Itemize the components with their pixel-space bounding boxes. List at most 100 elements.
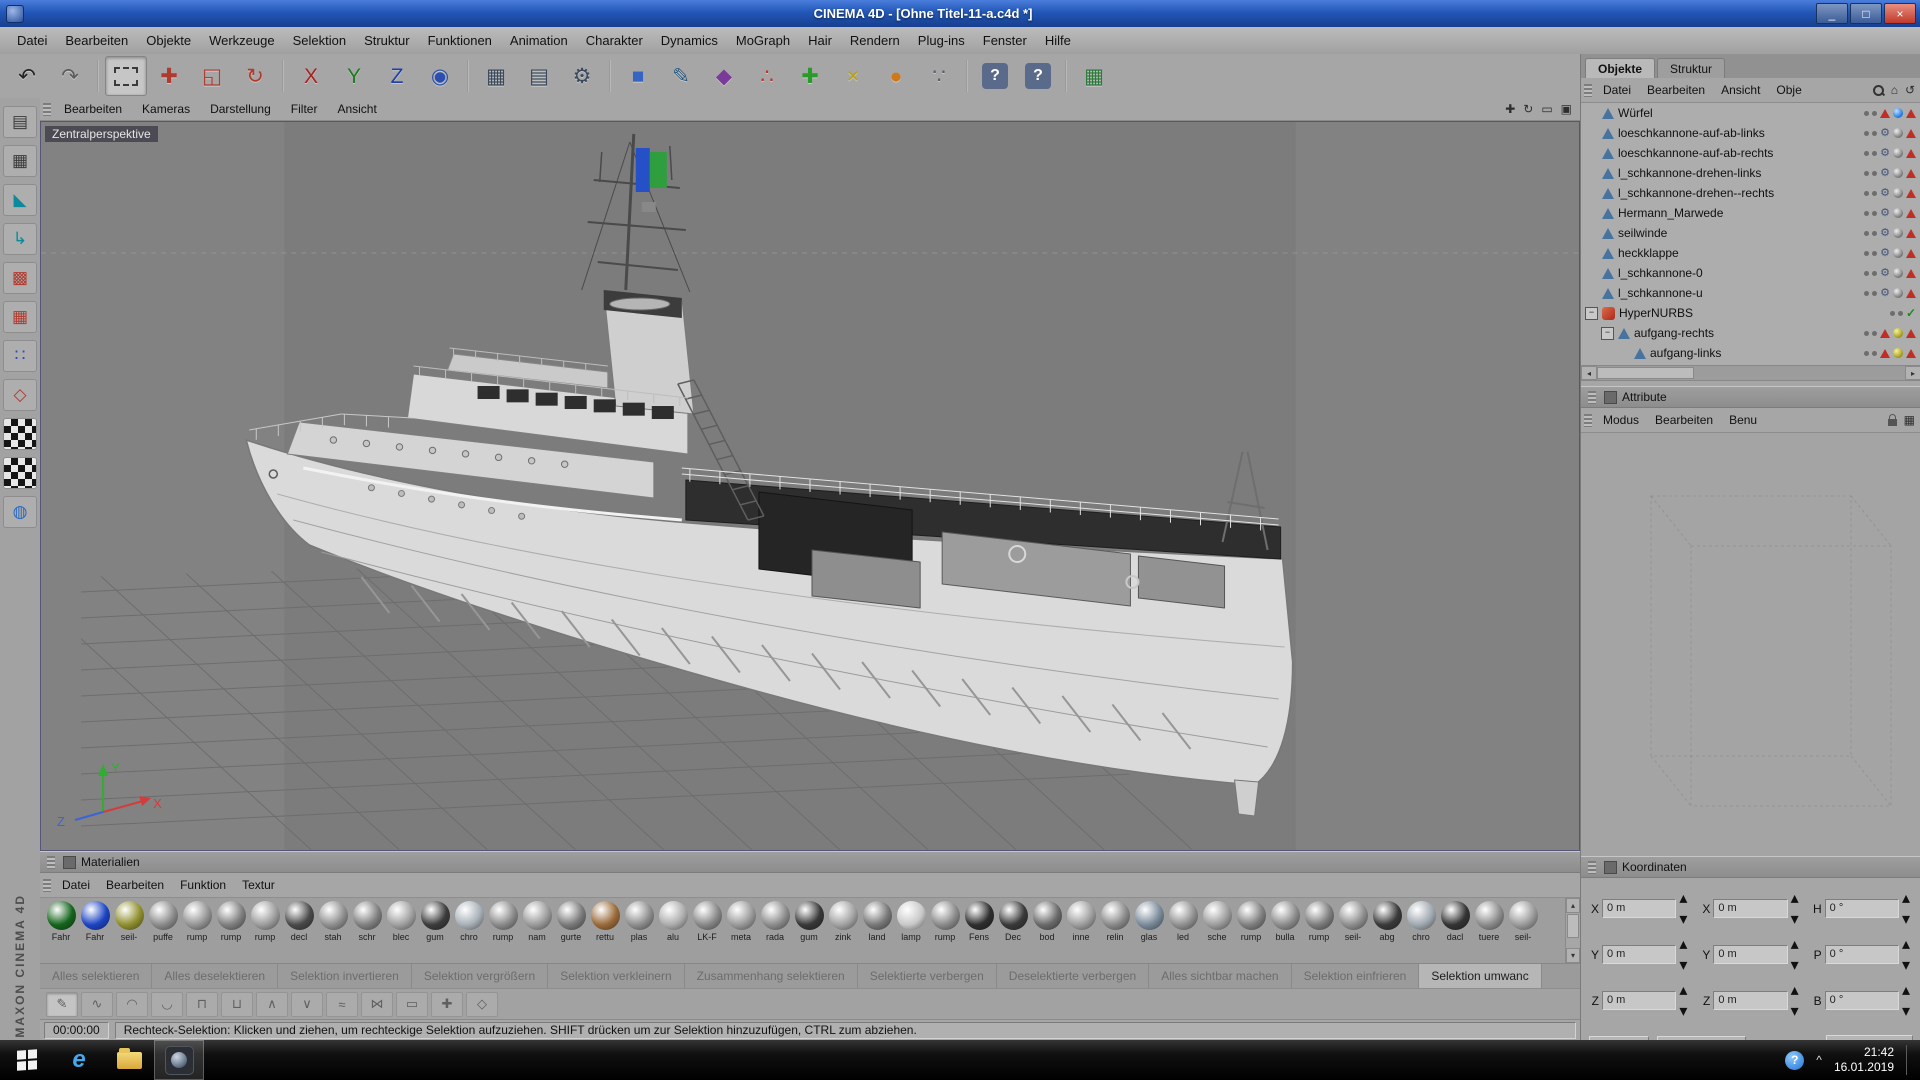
material-38-seil[interactable]: seil-: [1336, 901, 1370, 963]
materials-menu-bearbeiten[interactable]: Bearbeiten: [98, 876, 172, 894]
pan-view-icon[interactable]: ✚: [1505, 102, 1515, 116]
om-menu-obje[interactable]: Obje: [1768, 81, 1809, 99]
panel-grip[interactable]: [47, 856, 55, 869]
modeling-tool-icon-13[interactable]: ◇: [466, 992, 498, 1017]
minimize-button[interactable]: _: [1816, 3, 1848, 24]
scroll-down-icon[interactable]: ▾: [1566, 948, 1580, 963]
taskbar-clock[interactable]: 21:42 16.01.2019: [1834, 1045, 1894, 1075]
scroll-thumb[interactable]: [1597, 367, 1694, 379]
selection-selektion-verkleinern[interactable]: Selektion verkleinern: [548, 964, 684, 988]
coord-value-input[interactable]: 0 m: [1602, 991, 1676, 1010]
spin-down-icon[interactable]: ▾: [1902, 909, 1913, 929]
material-27-fens[interactable]: Fens: [962, 901, 996, 963]
tri-tag-icon[interactable]: [1906, 189, 1916, 198]
viewport-menu-kameras[interactable]: Kameras: [132, 100, 200, 118]
materials-scrollbar[interactable]: ▴ ▾: [1565, 898, 1580, 963]
material-28-dec[interactable]: Dec: [996, 901, 1030, 963]
modeling-tool-icon-7[interactable]: ∧: [256, 992, 288, 1017]
tri-tag-icon[interactable]: [1906, 169, 1916, 178]
close-button[interactable]: ×: [1884, 3, 1916, 24]
editor-visibility-dot[interactable]: [1864, 111, 1869, 116]
material-32-glas[interactable]: glas: [1132, 901, 1166, 963]
render-visibility-dot[interactable]: [1872, 211, 1877, 216]
model-mode-icon[interactable]: ◣: [3, 184, 37, 216]
render-picture-viewer-icon[interactable]: ▤: [518, 56, 560, 96]
render-visibility-dot[interactable]: [1872, 331, 1877, 336]
search-icon[interactable]: [1873, 85, 1884, 96]
material-2-seil[interactable]: seil-: [112, 901, 146, 963]
scroll-up-icon[interactable]: ▴: [1566, 898, 1580, 913]
texture-sphere-icon[interactable]: ◍: [3, 496, 37, 528]
coord-spinner[interactable]: ▴▾: [1791, 888, 1802, 929]
expression-tag-icon[interactable]: ⚙: [1880, 128, 1890, 139]
selection-selektierte-verbergen[interactable]: Selektierte verbergen: [858, 964, 997, 988]
material-22-gum[interactable]: gum: [792, 901, 826, 963]
panel-grip[interactable]: [43, 879, 51, 892]
sphere-tag-icon[interactable]: [1893, 248, 1903, 258]
show-desktop-button[interactable]: [1906, 1045, 1914, 1075]
menu-objekte[interactable]: Objekte: [137, 29, 200, 52]
expression-tag-icon[interactable]: ⚙: [1880, 168, 1890, 179]
coord-value-input[interactable]: 0 °: [1825, 945, 1899, 964]
selection-alles-selektieren[interactable]: Alles selektieren: [40, 964, 152, 988]
selection-deselektierte-verbergen[interactable]: Deselektierte verbergen: [997, 964, 1149, 988]
editor-visibility-dot[interactable]: [1864, 231, 1869, 236]
coord-value-input[interactable]: 0 °: [1825, 899, 1899, 918]
materials-menu-datei[interactable]: Datei: [54, 876, 98, 894]
material-41-dacl[interactable]: dacl: [1438, 901, 1472, 963]
expression-tag-icon[interactable]: ⚙: [1880, 208, 1890, 219]
material-8-stah[interactable]: stah: [316, 901, 350, 963]
coord-value-input[interactable]: 0 m: [1713, 991, 1787, 1010]
scroll-right-icon[interactable]: ▸: [1905, 366, 1920, 380]
object-row-l-schkannone-drehen-links[interactable]: l_schkannone-drehen-links⚙: [1581, 163, 1920, 183]
undo-icon[interactable]: ↶: [6, 56, 48, 96]
material-26-rump[interactable]: rump: [928, 901, 962, 963]
object-row-l-schkannone-0[interactable]: l_schkannone-0⚙: [1581, 263, 1920, 283]
coord-spinner[interactable]: ▴▾: [1679, 934, 1690, 975]
modeling-tool-icon-8[interactable]: ∨: [291, 992, 323, 1017]
material-40-chro[interactable]: chro: [1404, 901, 1438, 963]
material-20-meta[interactable]: meta: [724, 901, 758, 963]
coord-spinner[interactable]: ▴▾: [1679, 980, 1690, 1021]
editor-visibility-dot[interactable]: [1864, 171, 1869, 176]
attr-menu-modus[interactable]: Modus: [1595, 411, 1647, 429]
selection-selektion-vergrößern[interactable]: Selektion vergrößern: [412, 964, 548, 988]
material-37-rump[interactable]: rump: [1302, 901, 1336, 963]
spin-up-icon[interactable]: ▴: [1679, 934, 1690, 954]
lock-icon[interactable]: [1888, 419, 1897, 426]
help-bubble-icon[interactable]: ?: [1785, 1051, 1804, 1070]
coord-spinner[interactable]: ▴▾: [1791, 980, 1802, 1021]
object-row-hypernurbs[interactable]: −HyperNURBS✓: [1581, 303, 1920, 323]
material-4-rump[interactable]: rump: [180, 901, 214, 963]
menu-charakter[interactable]: Charakter: [577, 29, 652, 52]
material-16-rettu[interactable]: rettu: [588, 901, 622, 963]
grid-icon[interactable]: ▦: [1904, 414, 1915, 426]
edges-mode-icon[interactable]: ◇: [3, 379, 37, 411]
object-axis-icon[interactable]: ↳: [3, 223, 37, 255]
materials-menu-funktion[interactable]: Funktion: [172, 876, 234, 894]
tri-tag-icon[interactable]: [1906, 149, 1916, 158]
spin-up-icon[interactable]: ▴: [1791, 980, 1802, 1000]
move-tool-icon[interactable]: ✚: [148, 56, 190, 96]
modeling-tool-icon-2[interactable]: ∿: [81, 992, 113, 1017]
viewport-layout-icon[interactable]: ▤: [3, 106, 37, 138]
modeling-tool-icon-3[interactable]: ◠: [116, 992, 148, 1017]
coord-value-input[interactable]: 0 m: [1602, 899, 1676, 918]
spin-down-icon[interactable]: ▾: [1791, 1001, 1802, 1021]
selection-alles-deselektieren[interactable]: Alles deselektieren: [152, 964, 278, 988]
material-11-gum[interactable]: gum: [418, 901, 452, 963]
viewport-menu-ansicht[interactable]: Ansicht: [327, 100, 386, 118]
render-visibility-dot[interactable]: [1872, 251, 1877, 256]
sphere-tag-icon[interactable]: [1893, 268, 1903, 278]
texture-icon[interactable]: ▩: [3, 262, 37, 294]
modeling-tool-icon-1[interactable]: ✎: [46, 992, 78, 1017]
material-29-bod[interactable]: bod: [1030, 901, 1064, 963]
render-visibility-dot[interactable]: [1872, 131, 1877, 136]
material-1-fahr[interactable]: Fahr: [78, 901, 112, 963]
home-icon[interactable]: ⌂: [1891, 84, 1898, 96]
spin-down-icon[interactable]: ▾: [1902, 1001, 1913, 1021]
material-9-schr[interactable]: schr: [350, 901, 384, 963]
tri-tag-icon[interactable]: [1906, 269, 1916, 278]
selection-alles-sichtbar-machen[interactable]: Alles sichtbar machen: [1149, 964, 1291, 988]
material-12-chro[interactable]: chro: [452, 901, 486, 963]
